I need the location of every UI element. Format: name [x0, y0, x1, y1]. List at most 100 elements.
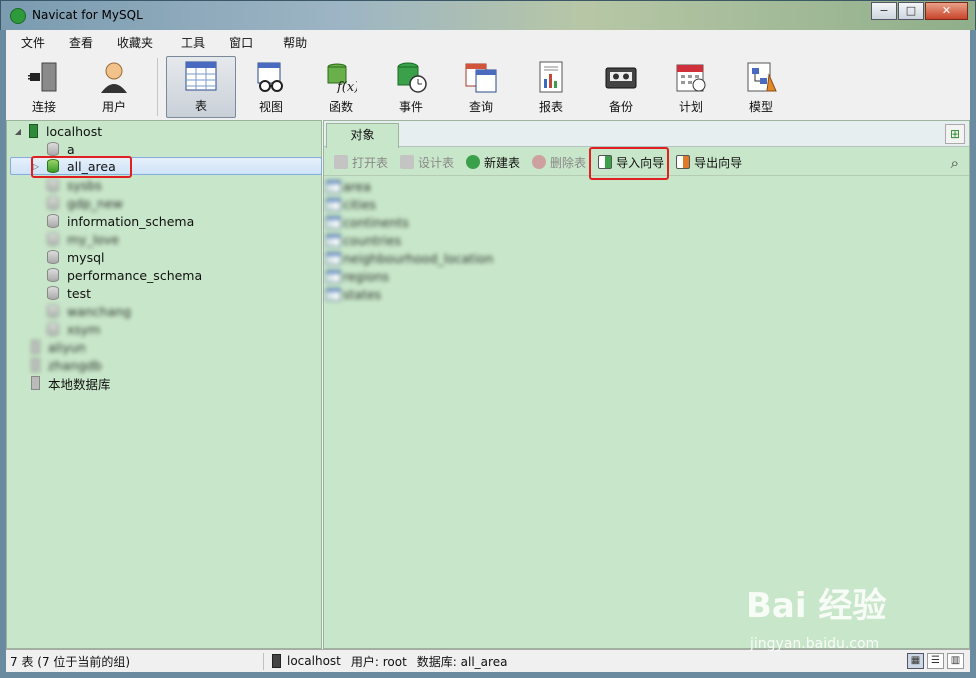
view-icon — [254, 60, 288, 94]
table-item[interactable]: continents — [326, 213, 409, 231]
status-bar: 7 表 (7 位于当前的组) localhost 用户: root 数据库: a… — [6, 649, 970, 672]
new-table-button[interactable]: 新建表 — [464, 152, 522, 173]
baidu-watermark: Bai 经验 — [746, 586, 887, 626]
model-label: 模型 — [748, 100, 773, 114]
table-icon — [326, 179, 341, 193]
connection-label: localhost — [46, 123, 103, 139]
menu-file[interactable]: 文件 — [9, 34, 57, 51]
table-button[interactable]: 表 — [166, 56, 236, 118]
export-wizard-label: 导出向导 — [694, 155, 743, 170]
close-button[interactable]: ✕ — [925, 2, 968, 20]
table-name: continents — [343, 214, 409, 230]
table-item[interactable]: countries — [326, 231, 401, 249]
status-user: 用户: root — [350, 654, 407, 669]
tree-connection-localhost[interactable]: ◢ localhost — [13, 122, 102, 140]
backup-button[interactable]: 备份 — [586, 56, 656, 118]
backup-icon — [604, 60, 638, 94]
highlight-box — [31, 156, 132, 178]
database-icon — [47, 196, 59, 210]
event-button[interactable]: 事件 — [376, 56, 446, 118]
table-item[interactable]: area — [326, 177, 371, 195]
query-button[interactable]: 查询 — [446, 56, 516, 118]
db-label: xsym — [67, 321, 101, 337]
tree-db-performance-schema[interactable]: performance_schema — [47, 266, 202, 284]
connect-button[interactable]: 连接 — [9, 56, 79, 118]
tree-connection-redacted[interactable]: zhangdb — [31, 356, 102, 374]
tree-db-mysql[interactable]: mysql — [47, 248, 105, 266]
tree-db-test[interactable]: test — [47, 284, 91, 302]
export-wizard-button[interactable]: 导出向导 — [674, 152, 744, 173]
table-icon — [326, 215, 341, 229]
list-view-icon[interactable]: ☰ — [927, 653, 944, 669]
database-icon — [47, 250, 59, 264]
function-label: 函数 — [328, 100, 353, 114]
menu-view[interactable]: 查看 — [57, 34, 105, 51]
menu-help[interactable]: 帮助 — [271, 34, 319, 51]
query-icon — [464, 60, 498, 94]
schedule-button[interactable]: 计划 — [656, 56, 726, 118]
menu-window[interactable]: 窗口 — [217, 34, 265, 51]
add-tab-icon[interactable]: ⊞ — [945, 124, 965, 144]
title-bar: Navicat for MySQL − □ ✕ — [0, 0, 976, 30]
database-icon — [47, 268, 59, 282]
model-icon — [744, 60, 778, 94]
table-icon — [184, 59, 218, 93]
design-table-button[interactable]: 设计表 — [398, 152, 456, 173]
table-icon — [326, 287, 341, 301]
db-label: performance_schema — [67, 267, 203, 283]
design-table-icon — [400, 155, 415, 169]
model-button[interactable]: 模型 — [726, 56, 796, 118]
server-icon — [29, 124, 38, 138]
report-button[interactable]: 报表 — [516, 56, 586, 118]
export-icon — [676, 155, 691, 169]
collapse-icon[interactable]: ◢ — [13, 127, 23, 136]
tree-connection-local[interactable]: 本地数据库 — [31, 374, 111, 392]
view-button[interactable]: 视图 — [236, 56, 306, 118]
table-item[interactable]: cities — [326, 195, 376, 213]
delete-table-button[interactable]: 删除表 — [530, 152, 588, 173]
search-icon[interactable]: ⌕ — [951, 154, 959, 172]
tree-db-redacted[interactable]: my_love — [47, 230, 119, 248]
tree-db-redacted[interactable]: xsym — [47, 320, 100, 338]
report-label: 报表 — [538, 100, 563, 114]
delete-table-label: 删除表 — [550, 155, 587, 170]
grid-view-icon[interactable]: ▦ — [907, 653, 924, 669]
server-icon — [272, 654, 281, 668]
schedule-icon — [674, 60, 708, 94]
minimize-button[interactable]: − — [871, 2, 897, 20]
tree-db-information-schema[interactable]: information_schema — [47, 212, 194, 230]
server-icon — [31, 358, 40, 372]
connection-label: zhangdb — [48, 357, 102, 373]
connection-tree[interactable]: ◢ localhost a ▷ all_area sysbs gdp_new i… — [6, 120, 322, 649]
table-item[interactable]: regions — [326, 267, 389, 285]
function-button[interactable]: f(x) 函数 — [306, 56, 376, 118]
db-label: information_schema — [67, 213, 195, 229]
tree-db-redacted[interactable]: sysbs — [47, 176, 102, 194]
function-icon: f(x) — [324, 60, 358, 94]
tab-objects[interactable]: 对象 — [326, 123, 399, 148]
delete-table-icon — [532, 155, 547, 169]
baidu-watermark-url: jingyan.baidu.com — [750, 636, 880, 652]
tree-connection-redacted[interactable]: aliyun — [31, 338, 86, 356]
detail-view-icon[interactable]: ▥ — [947, 653, 964, 669]
plug-icon — [27, 60, 61, 94]
tree-db-redacted[interactable]: gdp_new — [47, 194, 123, 212]
tree-db-redacted[interactable]: wanchang — [47, 302, 131, 320]
design-table-label: 设计表 — [418, 155, 455, 170]
menu-tools[interactable]: 工具 — [169, 34, 217, 51]
db-label: sysbs — [67, 177, 102, 193]
user-button[interactable]: 用户 — [79, 56, 149, 118]
server-icon — [31, 376, 40, 390]
table-icon — [326, 233, 341, 247]
window-title: Navicat for MySQL — [32, 8, 143, 22]
event-icon — [394, 60, 428, 94]
user-label: 用户 — [101, 100, 126, 114]
navicat-logo-icon — [10, 8, 26, 24]
table-item[interactable]: states — [326, 285, 381, 303]
open-table-button[interactable]: 打开表 — [332, 152, 390, 173]
table-item[interactable]: neighbourhood_location — [326, 249, 493, 267]
maximize-button[interactable]: □ — [898, 2, 924, 20]
menu-favorites[interactable]: 收藏夹 — [105, 34, 165, 51]
main-toolbar: 连接 用户 表 视图 f(x) 函数 — [6, 54, 970, 120]
database-icon — [47, 322, 59, 336]
